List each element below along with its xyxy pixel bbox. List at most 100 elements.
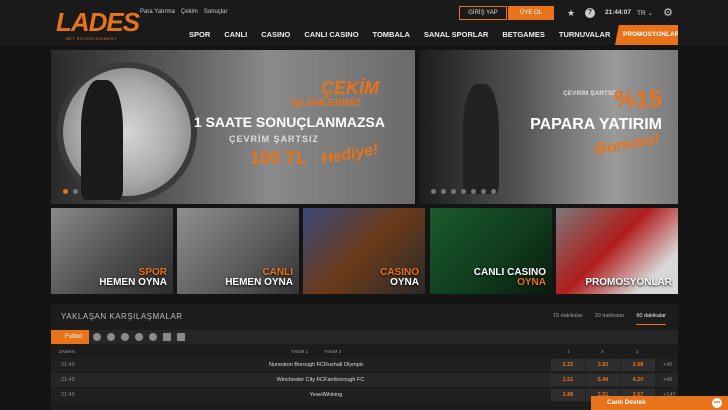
- link-deposit[interactable]: Para Yatırma: [140, 9, 175, 15]
- carousel-dot[interactable]: [491, 189, 496, 194]
- chat-icon: •••: [712, 398, 722, 408]
- tile-label: CASINO OYNA: [380, 268, 419, 288]
- tile-label-bottom: HEMEN OYNA: [99, 277, 167, 288]
- nav-tournaments[interactable]: TURNUVALAR: [559, 30, 611, 39]
- hockey-icon[interactable]: [135, 333, 143, 341]
- odd-1[interactable]: 2.22: [551, 359, 585, 371]
- promotions-tab-label: PROMOSYONLAR: [623, 31, 680, 38]
- match-time: 21:45: [61, 362, 75, 368]
- carousel-dot[interactable]: [431, 189, 436, 194]
- language-select[interactable]: TR ⌄: [637, 9, 653, 17]
- more-markets[interactable]: +46: [663, 377, 672, 383]
- table-row[interactable]: 21:45 Yeovil vs Woking 1.88 3.51 3.57 +1…: [51, 388, 678, 402]
- odd-x[interactable]: 3.82: [586, 359, 620, 371]
- badminton-icon[interactable]: [163, 333, 171, 341]
- promotions-tab[interactable]: PROMOSYONLAR 🎁: [615, 25, 678, 45]
- tile-sport[interactable]: SPOR HEMEN OYNA: [51, 208, 173, 294]
- gear-icon[interactable]: ⚙: [663, 8, 673, 19]
- more-markets[interactable]: +45: [663, 362, 672, 368]
- silhouette-figure: [81, 80, 123, 200]
- carousel-dot[interactable]: [451, 189, 456, 194]
- banner-papara-promo[interactable]: ÇEVRİM ŞARTSIZ %15 PAPARA YATIRIM Bonusu…: [419, 50, 678, 204]
- nav-casino[interactable]: CASINO: [261, 30, 290, 39]
- tab-30-min[interactable]: 30 dakikalar: [595, 313, 625, 325]
- sport-football-label: Futbol: [65, 334, 82, 340]
- live-support-button[interactable]: Canlı Destek •••: [591, 396, 728, 410]
- tab-15-min[interactable]: 15 dakikalar: [553, 313, 583, 325]
- banner-left-line2: İŞLEMLERİNİZ: [291, 98, 361, 109]
- tile-live-casino[interactable]: CANLI CASINO OYNA: [430, 208, 552, 294]
- logo-tagline: BET ENTERTAINMENT: [66, 36, 117, 41]
- tile-live[interactable]: CANLI HEMEN OYNA: [177, 208, 299, 294]
- carousel-dot[interactable]: [73, 189, 78, 194]
- banner-withdraw-promo[interactable]: ÇEKİM İŞLEMLERİNİZ 1 SAATE SONUÇLANMAZSA…: [51, 50, 415, 204]
- vs-label: vs: [316, 362, 321, 367]
- carousel-dots: [431, 189, 496, 194]
- table-row[interactable]: 21:45 Nuneaton Borough FC vs Rushall Oly…: [51, 358, 678, 372]
- football-player-figure: [463, 84, 499, 194]
- carousel-dot[interactable]: [481, 189, 486, 194]
- nav-live-casino[interactable]: CANLI CASINO: [304, 30, 358, 39]
- tile-label: SPOR HEMEN OYNA: [99, 268, 167, 288]
- tennis-icon[interactable]: [107, 333, 115, 341]
- carousel-dot[interactable]: [63, 189, 68, 194]
- login-button[interactable]: GİRİŞ YAP: [459, 6, 507, 20]
- tile-label: CANLI CASINO OYNA: [474, 268, 546, 288]
- banner-left-line3: 1 SAATE SONUÇLANMAZSA: [193, 114, 385, 130]
- nav-virtual-sports[interactable]: SANAL SPORLAR: [424, 30, 488, 39]
- banner-right-percent: %15: [613, 86, 662, 113]
- match-time: 21:45: [61, 377, 75, 383]
- carousel-dot[interactable]: [441, 189, 446, 194]
- link-results[interactable]: Sonuçlar: [204, 9, 228, 15]
- odd-x[interactable]: 5.40: [586, 374, 620, 386]
- carousel-dot[interactable]: [461, 189, 466, 194]
- odd-1[interactable]: 1.88: [551, 389, 585, 401]
- odd-2[interactable]: 4.20: [621, 374, 655, 386]
- help-icon[interactable]: ?: [585, 8, 595, 18]
- vs-label: vs: [316, 377, 321, 382]
- sport-football[interactable]: Futbol: [51, 330, 89, 344]
- sport-filter-bar: Futbol: [51, 330, 678, 344]
- logo[interactable]: LADES BET ENTERTAINMENT: [56, 3, 140, 43]
- signup-button[interactable]: ÜYE OL: [508, 6, 554, 20]
- nav-betgames[interactable]: BETGAMES: [502, 30, 545, 39]
- odd-1[interactable]: 1.51: [551, 374, 585, 386]
- away-team: Farnborough FC: [324, 377, 365, 383]
- nav-tombala[interactable]: TOMBALA: [373, 30, 410, 39]
- basketball-icon[interactable]: [93, 333, 101, 341]
- banner-left-line4: ÇEVRİM ŞARTSIZ: [228, 134, 319, 144]
- handball-icon[interactable]: [149, 333, 157, 341]
- away-team: Rushall Olympic: [324, 362, 364, 368]
- clock-illustration: [57, 62, 197, 202]
- chevron-down-icon: ⌄: [647, 10, 653, 17]
- vs-label: vs: [316, 392, 321, 397]
- col-odd-x: X: [601, 349, 605, 354]
- esports-icon[interactable]: [177, 333, 185, 341]
- top-header: LADES BET ENTERTAINMENT Para Yatırma Çek…: [0, 0, 728, 45]
- tile-label: PROMOSYONLAR: [585, 278, 672, 288]
- link-withdraw[interactable]: Çekim: [181, 9, 198, 15]
- tab-60-min[interactable]: 60 dakikalar: [636, 313, 666, 325]
- upcoming-matches: YAKLAŞAN KARŞILAŞMALAR 15 dakikalar 30 d…: [51, 304, 678, 410]
- carousel-dot[interactable]: [471, 189, 476, 194]
- logo-text: LADES: [56, 7, 140, 37]
- nav-sport[interactable]: SPOR: [189, 30, 210, 39]
- tile-casino[interactable]: CASINO OYNA: [303, 208, 425, 294]
- nav-live[interactable]: CANLI: [224, 30, 247, 39]
- col-team2: TAKIM 2: [324, 349, 342, 354]
- table-row[interactable]: 21:45 Winchester City FC vs Farnborough …: [51, 373, 678, 387]
- col-time: ZAMAN: [59, 349, 75, 354]
- match-time: 21:45: [61, 392, 75, 398]
- star-icon[interactable]: ★: [566, 8, 576, 18]
- live-support-label: Canlı Destek: [607, 399, 647, 406]
- language-value: TR: [637, 10, 646, 17]
- volleyball-icon[interactable]: [121, 333, 129, 341]
- odd-2[interactable]: 2.68: [621, 359, 655, 371]
- tile-label-top: PROMOSYONLAR: [585, 277, 672, 288]
- tile-promotions[interactable]: PROMOSYONLAR: [556, 208, 678, 294]
- carousel-dots: [63, 189, 78, 194]
- col-odd-1: 1: [567, 349, 570, 354]
- banner-left-amount: 100 TL: [249, 148, 307, 168]
- section-title: YAKLAŞAN KARŞILAŞMALAR: [61, 312, 183, 321]
- tile-label: CANLI HEMEN OYNA: [225, 268, 293, 288]
